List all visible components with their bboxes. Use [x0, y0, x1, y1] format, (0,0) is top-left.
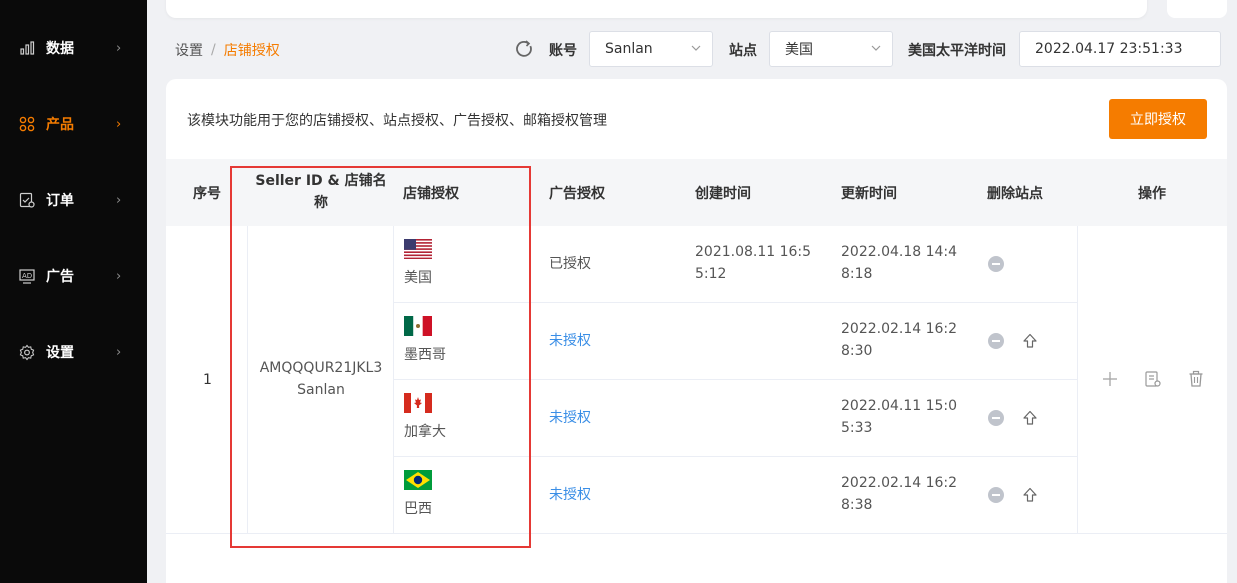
sidebar-item-data[interactable]: 数据 ›	[0, 28, 147, 68]
upload-icon[interactable]	[1022, 487, 1038, 503]
updated-time: 2022.02.14 16:28:30	[841, 321, 958, 359]
sidebar-item-label: 产品	[46, 117, 74, 133]
th-updated: 更新时间	[841, 186, 897, 202]
remove-site-icon[interactable]	[988, 487, 1004, 503]
site-select-value: 美国	[785, 42, 813, 58]
account-select-value: Sanlan	[605, 41, 653, 57]
timezone-time-display: 2022.04.17 23:51:33	[1019, 31, 1221, 67]
chevron-down-icon	[690, 42, 702, 57]
edit-document-icon[interactable]	[1144, 370, 1162, 388]
remove-site-icon[interactable]	[988, 410, 1004, 426]
chevron-right-icon: ›	[116, 344, 122, 360]
sidebar-item-label: 广告	[46, 269, 74, 285]
timezone-label: 美国太平洋时间	[908, 43, 1006, 59]
row-index: 1	[203, 372, 212, 388]
breadcrumb-root[interactable]: 设置	[175, 40, 203, 60]
updated-time: 2022.04.18 14:48:18	[841, 244, 958, 282]
sidebar-item-ads[interactable]: AD 广告 ›	[0, 256, 147, 296]
remove-site-icon[interactable]	[988, 256, 1004, 272]
chevron-right-icon: ›	[116, 40, 122, 56]
sidebar: 数据 › 产品 › 订单 › AD 广告 › 设置 ›	[0, 0, 147, 583]
th-ad-auth: 广告授权	[549, 186, 605, 202]
trash-icon[interactable]	[1187, 370, 1205, 388]
breadcrumb-current: 店铺授权	[223, 43, 280, 59]
updated-time: 2022.02.14 16:28:38	[841, 475, 958, 513]
sidebar-item-product[interactable]: 产品 ›	[0, 104, 147, 144]
th-actions: 操作	[1138, 186, 1166, 202]
breadcrumb-separator: /	[211, 42, 216, 58]
created-time: 2021.08.11 16:55:12	[695, 244, 812, 282]
sidebar-item-orders[interactable]: 订单 ›	[0, 180, 147, 220]
refresh-icon[interactable]	[513, 38, 535, 60]
remove-site-icon[interactable]	[988, 333, 1004, 349]
grid-line	[1077, 226, 1078, 533]
chevron-right-icon: ›	[116, 116, 122, 132]
upload-icon[interactable]	[1022, 410, 1038, 426]
account-select[interactable]: Sanlan	[589, 31, 713, 67]
site-select[interactable]: 美国	[769, 31, 893, 67]
ad-status-unauthorized-link[interactable]: 未授权	[549, 484, 591, 506]
account-label: 账号	[549, 43, 577, 59]
chevron-right-icon: ›	[116, 192, 122, 208]
th-created: 创建时间	[695, 186, 751, 202]
updated-time: 2022.04.11 15:05:33	[841, 398, 958, 436]
authorize-now-button[interactable]: 立即授权	[1109, 99, 1207, 139]
breadcrumb: 设置 / 店铺授权	[175, 40, 280, 60]
top-right-card	[1167, 0, 1227, 18]
ad-status-unauthorized-link[interactable]: 未授权	[549, 330, 591, 352]
gear-icon	[19, 344, 35, 360]
order-icon	[19, 192, 35, 208]
sidebar-item-label: 数据	[46, 41, 74, 57]
add-icon[interactable]	[1101, 370, 1119, 388]
top-search-card	[166, 0, 1147, 18]
sidebar-item-label: 设置	[46, 345, 74, 361]
th-index: 序号	[193, 186, 221, 202]
ad-status-unauthorized-link[interactable]: 未授权	[549, 407, 591, 429]
ad-status-authorized: 已授权	[549, 256, 591, 272]
svg-text:AD: AD	[22, 272, 32, 280]
module-description: 该模块功能用于您的店铺授权、站点授权、广告授权、邮箱授权管理	[187, 113, 607, 129]
product-grid-icon	[19, 116, 35, 132]
highlight-box	[230, 166, 531, 548]
bar-chart-icon	[19, 40, 35, 56]
upload-icon[interactable]	[1022, 333, 1038, 349]
chevron-down-icon	[870, 42, 882, 57]
sidebar-item-settings[interactable]: 设置 ›	[0, 332, 147, 372]
ad-icon: AD	[19, 268, 35, 284]
site-label: 站点	[729, 43, 757, 59]
chevron-right-icon: ›	[116, 268, 122, 284]
th-delete-site: 删除站点	[987, 186, 1043, 202]
timezone-time-value: 2022.04.17 23:51:33	[1035, 41, 1183, 57]
sidebar-item-label: 订单	[46, 193, 74, 209]
